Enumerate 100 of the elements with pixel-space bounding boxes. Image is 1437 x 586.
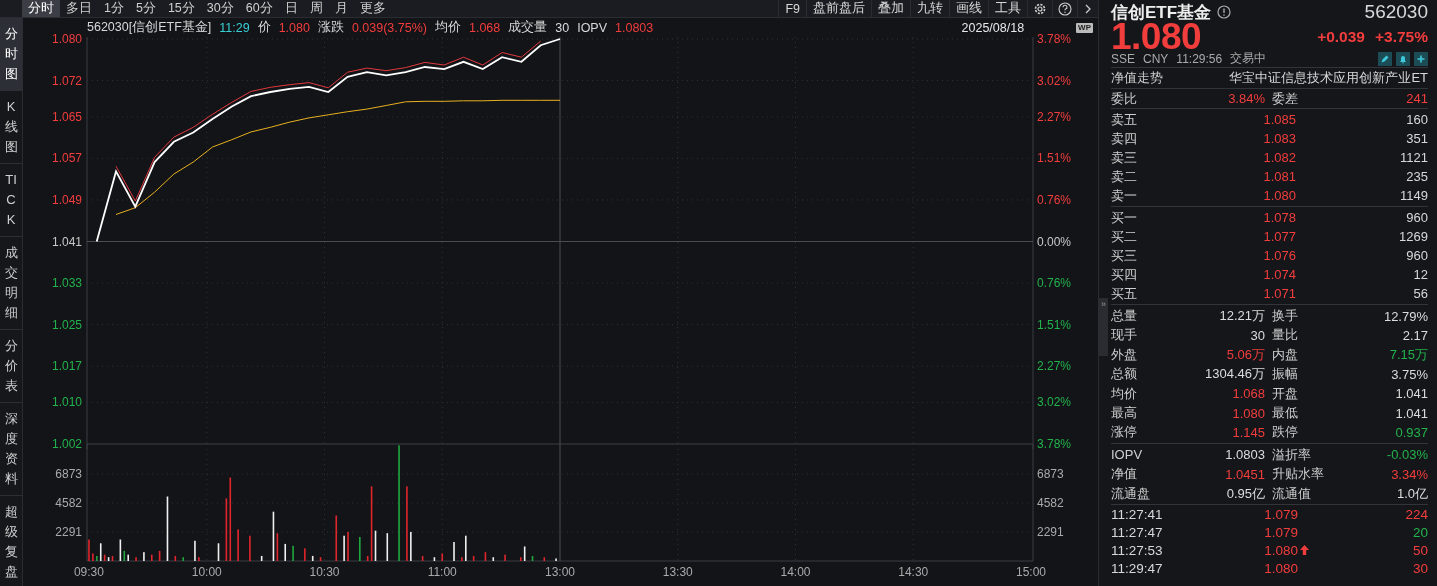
trade-time: 11:27:47 (1111, 524, 1164, 540)
period-tab[interactable]: 15分 (161, 0, 201, 17)
time-label: 14:00 (780, 565, 811, 579)
trade-volume: 50 (1411, 542, 1428, 558)
currency-label: CNY (1143, 51, 1169, 66)
trade-price: 1.080 (1263, 542, 1298, 558)
order-price: 1.071 (1262, 286, 1296, 302)
axis-label: 0.76% (1037, 192, 1072, 207)
period-tab[interactable]: 多日 (60, 0, 98, 17)
period-tab[interactable]: 1分 (98, 0, 130, 17)
chart-time: 11:29 (219, 20, 250, 35)
volume-bar (433, 557, 436, 561)
field-label: 价 (257, 19, 271, 36)
trade-volume: 30 (1411, 560, 1428, 576)
period-tab[interactable]: 日 (278, 0, 304, 17)
toolbar-button[interactable]: F9 (778, 0, 806, 17)
axis-label: 4582 (55, 496, 82, 511)
stat-label: 现手 (1111, 326, 1138, 345)
edit-icon[interactable] (1378, 51, 1392, 66)
order-volume: 1269 (1398, 229, 1428, 245)
trade-price: 1.079 (1263, 506, 1298, 522)
order-volume: 351 (1405, 131, 1428, 147)
stat-label: 委比 (1111, 89, 1138, 108)
toolbar-button[interactable]: 盘前盘后 (806, 0, 871, 17)
stat-value: 7.15万 (1388, 345, 1428, 364)
axis-label: 1.080 (51, 32, 82, 46)
wp-badge[interactable]: WP (1076, 22, 1093, 33)
order-price: 1.078 (1262, 210, 1296, 226)
order-volume: 1149 (1399, 188, 1428, 204)
stat-value: 0.937 (1394, 424, 1428, 440)
stat-value: 1.080 (1231, 405, 1265, 421)
order-volume: 12 (1412, 267, 1428, 283)
volume-bar (217, 543, 220, 561)
info-icon[interactable] (1217, 5, 1232, 19)
order-level: 卖一 (1111, 186, 1138, 205)
axis-label: 2291 (55, 525, 82, 539)
stat-value: -0.03% (1385, 447, 1428, 463)
add-icon[interactable] (1414, 51, 1428, 66)
stat-value: 1.068 (1231, 386, 1265, 402)
axis-label: 4582 (1037, 496, 1064, 511)
period-tab[interactable]: 周 (303, 0, 329, 17)
period-tab[interactable]: 更多 (353, 0, 392, 17)
time-label: 10:30 (309, 565, 340, 579)
order-price: 1.085 (1262, 112, 1296, 128)
axis-label: 1.041 (51, 234, 82, 249)
axis-label: 1.51% (1037, 317, 1072, 332)
volume-bar (441, 553, 444, 561)
stat-value: 30 (1249, 327, 1265, 343)
stat-label: 量比 (1271, 326, 1299, 345)
stat-value: 1.041 (1394, 405, 1428, 421)
trade-time: 11:27:53 (1111, 542, 1164, 558)
order-price: 1.081 (1262, 169, 1296, 185)
field-value: 1.080 (278, 20, 310, 35)
volume-bar (166, 496, 169, 561)
order-level: 买四 (1111, 265, 1138, 284)
stat-value: 1.0亿 (1395, 484, 1428, 503)
stat-value: 1304.46万 (1204, 365, 1265, 384)
period-tab[interactable]: 60分 (239, 0, 279, 17)
stat-value: 241 (1405, 91, 1428, 107)
field-label: 均价 (434, 19, 461, 36)
axis-label: 1.025 (51, 317, 82, 332)
volume-bar (531, 555, 534, 561)
period-tab[interactable]: 分时 (22, 0, 60, 17)
axis-label: 6873 (1037, 467, 1064, 482)
volume-bar (319, 557, 322, 561)
axis-label: 1.010 (51, 395, 82, 410)
axis-label: 1.002 (51, 437, 82, 451)
axis-label: 3.02% (1037, 73, 1072, 88)
toolbar-button[interactable]: 画线 (949, 0, 988, 17)
volume-bar (260, 555, 263, 561)
toolbar-button[interactable]: 工具 (988, 0, 1027, 17)
collapse-handle[interactable]: » (1099, 298, 1108, 356)
stat-value: 1.041 (1394, 386, 1428, 402)
volume-bar (150, 554, 153, 561)
volume-bar (158, 550, 161, 561)
volume-bar (284, 543, 287, 561)
stat-value: 3.84% (1227, 91, 1265, 107)
bell-icon[interactable] (1396, 51, 1410, 66)
stat-label: 总量 (1111, 307, 1138, 326)
volume-bar (492, 557, 495, 561)
axis-label: 1.065 (51, 109, 82, 124)
period-tab[interactable]: 30分 (200, 0, 240, 17)
stat-value: 0.95亿 (1225, 484, 1265, 503)
toolbar-button[interactable]: 叠加 (871, 0, 910, 17)
stat-label: IOPV (1111, 447, 1144, 463)
stat-label: 外盘 (1111, 345, 1138, 364)
toolbar-button[interactable]: 九转 (910, 0, 949, 17)
stat-label: 溢折率 (1271, 445, 1312, 464)
sidebar-tab[interactable]: 分时图 (0, 18, 22, 91)
last-price: 1.080 (1111, 21, 1202, 52)
stat-label: 流通盘 (1111, 484, 1151, 503)
security-name: 信创ETF基金 (1111, 1, 1212, 22)
volume-bar (311, 555, 314, 561)
period-tab[interactable]: 月 (328, 0, 354, 17)
field-label: 成交量 (508, 19, 548, 36)
stat-label: 委差 (1271, 89, 1299, 108)
time-label: 11:00 (427, 565, 457, 579)
trade-price: 1.080 (1263, 560, 1298, 576)
volume-bar (386, 533, 389, 561)
period-tab[interactable]: 5分 (129, 0, 162, 17)
